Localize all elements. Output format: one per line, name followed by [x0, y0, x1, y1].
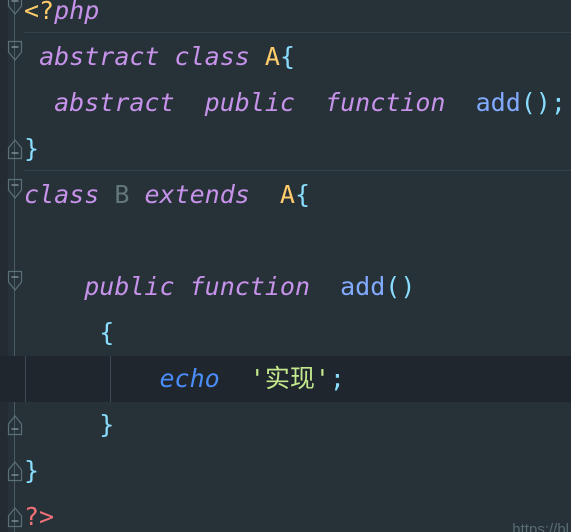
token-plain-0	[24, 42, 39, 71]
line-abstract-method-add-text: abstract public function add();	[24, 80, 566, 126]
token-keyword-3: class	[174, 42, 250, 71]
line-open-brace-method-text: {	[24, 310, 114, 356]
token-plain-3	[129, 180, 144, 209]
token-keyword-1: public	[84, 272, 175, 301]
line-abstract-class-a-text: abstract class A{	[24, 34, 295, 80]
token-punctuation-0: }	[24, 456, 40, 485]
token-echo-keyword-1: echo	[159, 364, 220, 393]
token-plain-4	[310, 272, 340, 301]
fold-toggle-fold-open-icon[interactable]	[7, 270, 23, 292]
line-php-open-tag-text: <?php	[24, 0, 99, 34]
line-php-close-tag-text: ?>	[24, 494, 54, 532]
token-plain-2	[220, 364, 250, 393]
line-class-b-extends-a-text: class B extends A{	[24, 172, 310, 218]
token-keyword-1: php	[54, 0, 100, 25]
token-keyword-4: extends	[144, 180, 250, 209]
line-close-brace-method-text: }	[24, 402, 114, 448]
fold-toggle-fold-end-icon[interactable]	[7, 460, 23, 482]
token-punctuation-8: ()	[520, 88, 551, 117]
fold-toggle-fold-open-icon[interactable]	[7, 0, 23, 16]
code-editor-pane[interactable]: <?php abstract class A{ abstract public …	[0, 0, 571, 532]
watermark-text: https://bl	[512, 521, 569, 532]
token-plain-2	[175, 272, 190, 301]
line-close-brace-class-a[interactable]	[0, 126, 571, 172]
token-keyword-1: abstract	[54, 88, 175, 117]
token-plain-2	[159, 42, 174, 71]
line-public-function-add-text: public function add()	[24, 264, 415, 310]
fold-toggle-fold-open-icon[interactable]	[7, 178, 23, 200]
token-punctuation-6: ()	[385, 272, 416, 301]
token-punctuation-1: {	[99, 318, 115, 347]
token-keyword-5: function	[325, 88, 446, 117]
token-punctuation-6: {	[279, 42, 295, 71]
line-close-brace-class-b-text: }	[24, 448, 39, 494]
fold-toggle-fold-end-icon[interactable]	[7, 414, 23, 436]
line-echo-string-text: echo '实现';	[24, 356, 345, 402]
line-separator	[24, 32, 571, 33]
token-close-tag-0: ?>	[24, 502, 55, 531]
token-plain-4	[295, 88, 325, 117]
token-dimmed-identifier-2: B	[114, 180, 130, 209]
token-plain-4	[250, 42, 265, 71]
token-keyword-0: class	[24, 180, 100, 209]
token-plain-0	[24, 410, 99, 439]
fold-toggle-fold-end-icon[interactable]	[7, 138, 23, 160]
token-class-name-5: A	[264, 42, 280, 71]
token-class-name-6: A	[279, 180, 295, 209]
token-string-3: '实现'	[249, 364, 330, 393]
token-open-tag-0: <?	[24, 0, 55, 25]
fold-toggle-fold-open-icon[interactable]	[7, 40, 23, 62]
token-punctuation-9: ;	[550, 88, 566, 117]
token-punctuation-0: }	[24, 134, 40, 163]
token-punctuation-7: {	[294, 180, 311, 209]
token-plain-0	[24, 88, 54, 117]
token-plain-0	[24, 364, 159, 393]
token-punctuation-4: ;	[329, 364, 345, 393]
token-plain-5	[250, 180, 280, 209]
token-plain-6	[445, 88, 475, 117]
line-blank-1[interactable]	[0, 218, 571, 264]
token-keyword-3: public	[204, 88, 295, 117]
line-close-brace-class-a-text: }	[24, 126, 39, 172]
line-close-brace-class-b[interactable]	[0, 448, 571, 494]
token-plain-0	[24, 318, 99, 347]
line-php-close-tag[interactable]	[0, 494, 571, 532]
token-keyword-1: abstract	[39, 42, 160, 71]
token-plain-1	[99, 180, 114, 209]
token-function-name-7: add	[475, 88, 521, 117]
token-function-name-5: add	[340, 272, 386, 301]
fold-toggle-fold-end-icon[interactable]	[7, 506, 23, 528]
token-punctuation-1: }	[99, 410, 115, 439]
token-plain-0	[24, 272, 84, 301]
line-separator	[24, 170, 571, 171]
token-plain-2	[175, 88, 205, 117]
token-keyword-3: function	[189, 272, 311, 301]
